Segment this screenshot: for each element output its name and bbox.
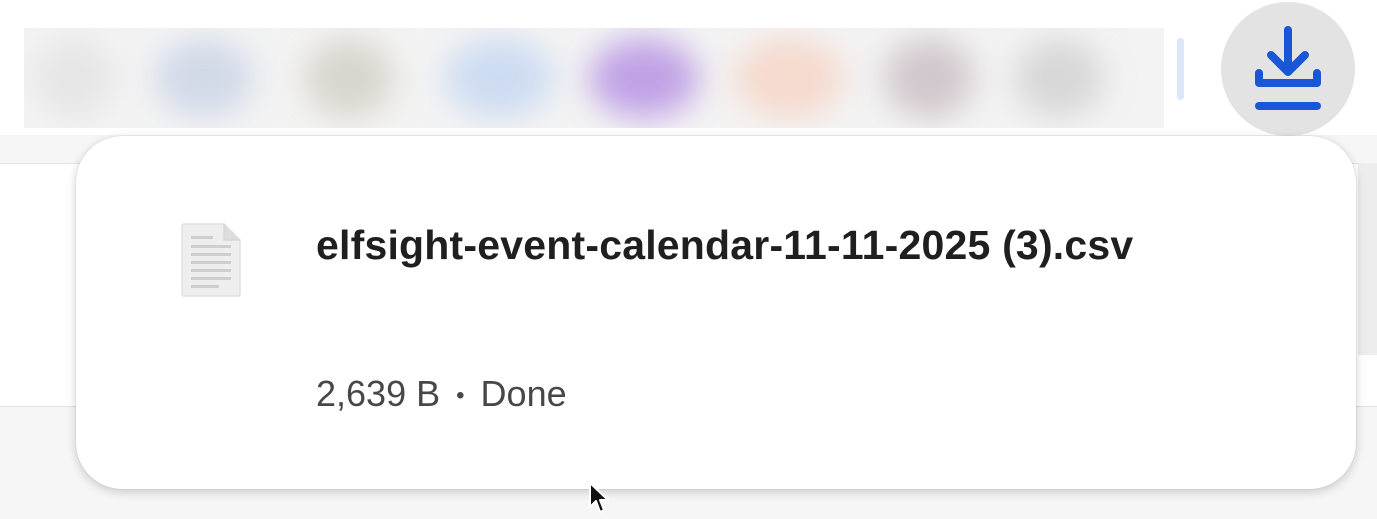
download-file-size: 2,639 B [316, 373, 441, 414]
blurred-extension-icon [1014, 38, 1104, 118]
download-bubble: elfsight-event-calendar-11-11-2025 (3).c… [76, 136, 1356, 489]
blurred-extension-icon [734, 38, 844, 118]
extensions-strip-blurred [24, 28, 1164, 128]
toolbar-divider [1177, 38, 1184, 100]
blurred-extension-icon [444, 38, 554, 118]
file-icon [181, 223, 241, 297]
download-item[interactable]: elfsight-event-calendar-11-11-2025 (3).c… [76, 136, 1356, 489]
download-status: Done [480, 373, 567, 414]
download-button[interactable] [1221, 2, 1355, 136]
blurred-extension-icon [154, 38, 254, 118]
blurred-extension-icon [589, 38, 699, 118]
status-separator: • [456, 382, 465, 410]
blurred-extension-icon [34, 38, 114, 118]
download-status-line: 2,639 B • Done [316, 372, 567, 418]
blurred-extension-icon [304, 38, 394, 118]
mouse-cursor-icon [589, 482, 609, 513]
download-icon [1255, 26, 1321, 110]
page-scrollbar-edge [1358, 163, 1377, 355]
blurred-extension-icon [884, 38, 974, 118]
download-file-name: elfsight-event-calendar-11-11-2025 (3).c… [316, 222, 1134, 268]
